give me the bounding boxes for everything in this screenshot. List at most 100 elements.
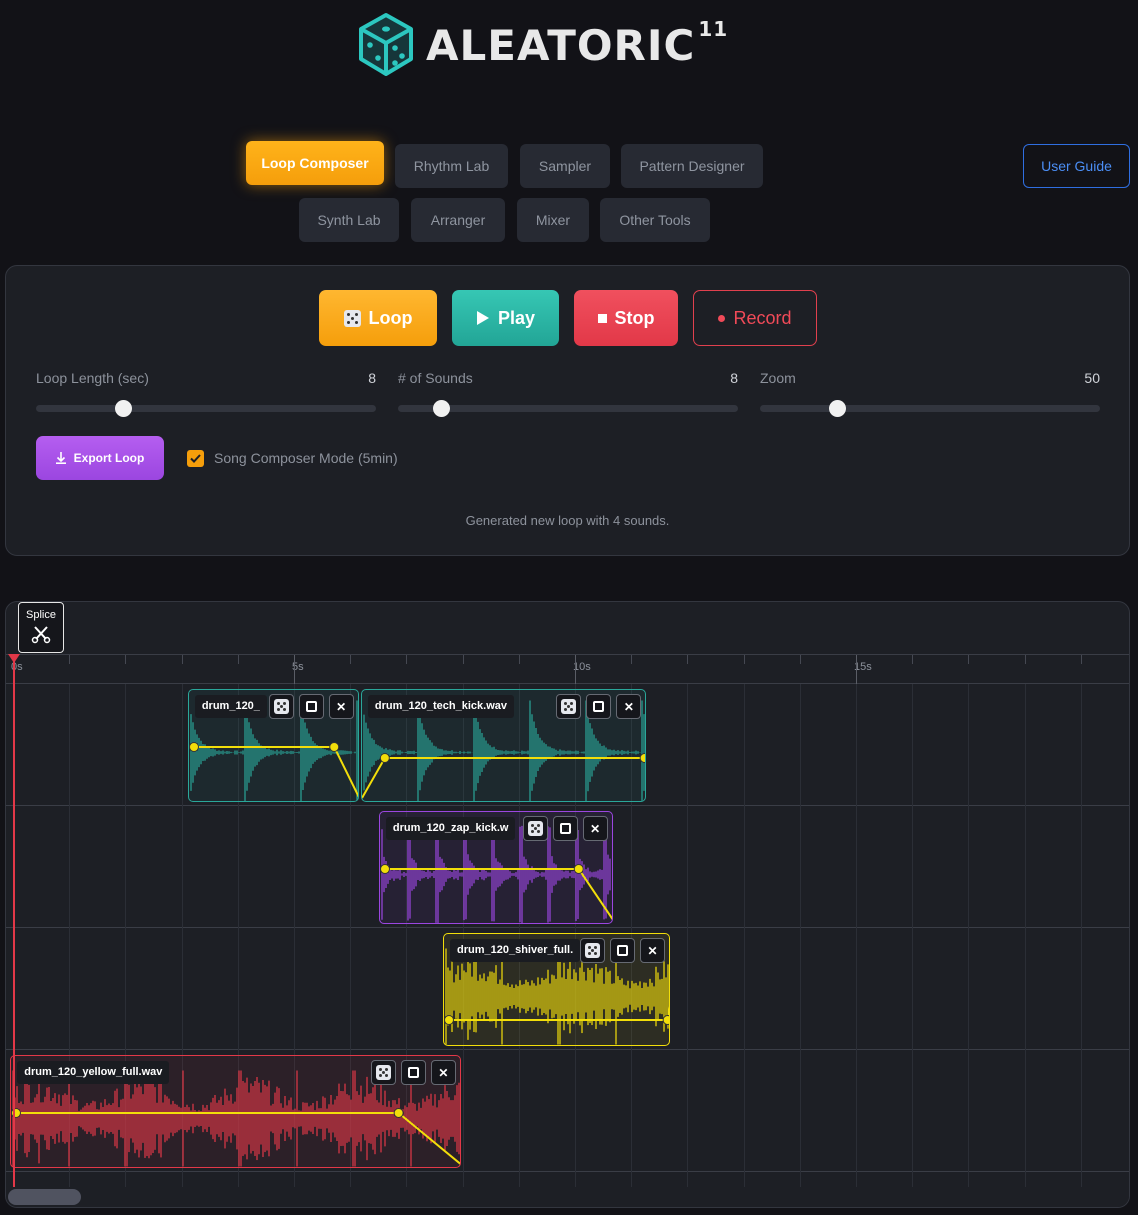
clip-name: drum_120_ — [194, 695, 267, 718]
ruler-tick — [799, 655, 801, 664]
randomize-clip-button[interactable] — [522, 816, 548, 841]
playhead[interactable] — [13, 654, 15, 1190]
tab-rhythm-lab[interactable]: Rhythm Lab — [395, 144, 508, 188]
volume-envelope[interactable] — [361, 757, 645, 799]
envelope-handle[interactable] — [329, 742, 340, 752]
duplicate-clip-button[interactable] — [298, 694, 324, 719]
grid-line — [968, 684, 970, 1188]
track-lanes[interactable]: drum_120_ ✕ drum_120_tech_kick.wav ✕ drum_12… — [6, 684, 1129, 1188]
ruler-tick — [181, 655, 183, 664]
envelope-handle[interactable] — [188, 742, 199, 752]
randomize-clip-button[interactable] — [268, 694, 294, 719]
duplicate-clip-button[interactable] — [552, 816, 578, 841]
envelope-handle[interactable] — [662, 1015, 670, 1025]
delete-clip-button[interactable]: ✕ — [582, 816, 608, 841]
envelope-handle[interactable] — [379, 753, 390, 763]
tab-sampler[interactable]: Sampler — [520, 144, 610, 188]
grid-line — [912, 684, 914, 1188]
grid-line — [856, 684, 857, 1188]
ruler-tick — [406, 655, 408, 664]
duplicate-clip-button[interactable] — [586, 694, 612, 719]
loop-control-panel: Loop Play Stop Record Loop Length (sec) … — [5, 265, 1130, 556]
checkmark-icon — [190, 454, 201, 463]
sound-count-slider-thumb[interactable] — [432, 400, 450, 417]
ruler-tick — [968, 655, 970, 664]
splice-button[interactable]: Splice — [18, 602, 64, 653]
tab-loop-composer[interactable]: Loop Composer — [246, 141, 384, 185]
record-button[interactable]: Record — [693, 290, 817, 346]
tab-other-tools[interactable]: Other Tools — [600, 198, 710, 242]
audio-clip[interactable]: drum_120_shiver_full. ✕ — [442, 933, 671, 1046]
randomize-clip-button[interactable] — [556, 694, 582, 719]
tab-arranger[interactable]: Arranger — [411, 198, 505, 242]
randomize-clip-button[interactable] — [370, 1060, 396, 1085]
app-logo: ALEATORIC 11 — [358, 12, 728, 78]
delete-clip-button[interactable]: ✕ — [328, 694, 354, 719]
song-mode-label: Song Composer Mode (5min) — [214, 450, 398, 466]
envelope-handle[interactable] — [379, 864, 390, 874]
clip-name: drum_120_zap_kick.w — [385, 817, 516, 840]
ruler-tick — [69, 655, 71, 664]
tab-mixer[interactable]: Mixer — [517, 198, 589, 242]
time-ruler[interactable]: 0s 5s 10s 15s — [6, 654, 1129, 685]
randomize-clip-button[interactable] — [580, 938, 606, 963]
ruler-tick — [1024, 655, 1026, 664]
duplicate-clip-button[interactable] — [400, 1060, 426, 1085]
envelope-handle[interactable] — [443, 1015, 454, 1025]
scrollbar-thumb[interactable] — [8, 1189, 81, 1205]
volume-envelope[interactable] — [384, 868, 613, 921]
grid-line — [1080, 684, 1082, 1188]
copy-icon — [593, 701, 605, 712]
play-icon — [476, 311, 489, 325]
envelope-handle[interactable] — [393, 1108, 404, 1118]
tab-pattern-designer[interactable]: Pattern Designer — [621, 144, 763, 188]
lane-divider — [6, 927, 1129, 928]
zoom-label: Zoom — [760, 370, 796, 386]
zoom-slider[interactable] — [760, 405, 1100, 412]
sound-count-label: # of Sounds — [398, 370, 473, 386]
copy-icon — [305, 701, 317, 712]
download-icon — [55, 452, 66, 464]
dice-icon — [273, 699, 289, 714]
dice-logo-icon — [359, 13, 413, 76]
loop-length-slider[interactable] — [36, 405, 376, 412]
copy-icon — [559, 823, 571, 834]
delete-clip-button[interactable]: ✕ — [616, 694, 642, 719]
ruler-tick — [462, 655, 464, 664]
user-guide-button[interactable]: User Guide — [1023, 144, 1130, 188]
loop-button[interactable]: Loop — [319, 290, 437, 346]
audio-clip[interactable]: drum_120_ ✕ — [187, 689, 359, 802]
ruler-tick — [912, 655, 914, 664]
loop-length-slider-thumb[interactable] — [114, 400, 132, 417]
audio-clip[interactable]: drum_120_yellow_full.wav ✕ — [10, 1055, 461, 1168]
ruler-tick — [687, 655, 689, 664]
duplicate-clip-button[interactable] — [610, 938, 636, 963]
play-button[interactable]: Play — [452, 290, 559, 346]
tab-synth-lab[interactable]: Synth Lab — [299, 198, 399, 242]
close-icon: ✕ — [590, 821, 601, 836]
timeline-scrollbar[interactable] — [6, 1187, 1129, 1207]
app-title: ALEATORIC 11 — [426, 16, 729, 70]
envelope-handle[interactable] — [573, 864, 584, 874]
delete-clip-button[interactable]: ✕ — [640, 938, 666, 963]
dice-icon — [561, 699, 577, 714]
close-icon: ✕ — [647, 943, 658, 958]
song-mode-checkbox[interactable] — [187, 450, 204, 467]
close-icon: ✕ — [438, 1065, 449, 1080]
export-loop-button[interactable]: Export Loop — [36, 436, 164, 480]
delete-clip-button[interactable]: ✕ — [430, 1060, 456, 1085]
playhead-marker-icon[interactable] — [8, 654, 20, 663]
audio-clip[interactable]: drum_120_zap_kick.w ✕ — [378, 811, 613, 924]
loop-length-label: Loop Length (sec) — [36, 370, 149, 386]
stop-button[interactable]: Stop — [574, 290, 678, 346]
zoom-value: 50 — [1084, 370, 1100, 386]
envelope-handle[interactable] — [639, 753, 646, 763]
status-message: Generated new loop with 4 sounds. — [465, 513, 670, 528]
zoom-slider-thumb[interactable] — [828, 400, 846, 417]
stop-icon — [597, 313, 607, 323]
clip-name: drum_120_tech_kick.wav — [367, 695, 515, 718]
ruler-tick — [237, 655, 239, 664]
close-icon: ✕ — [623, 699, 634, 714]
audio-clip[interactable]: drum_120_tech_kick.wav ✕ — [360, 689, 647, 802]
copy-icon — [407, 1067, 419, 1078]
